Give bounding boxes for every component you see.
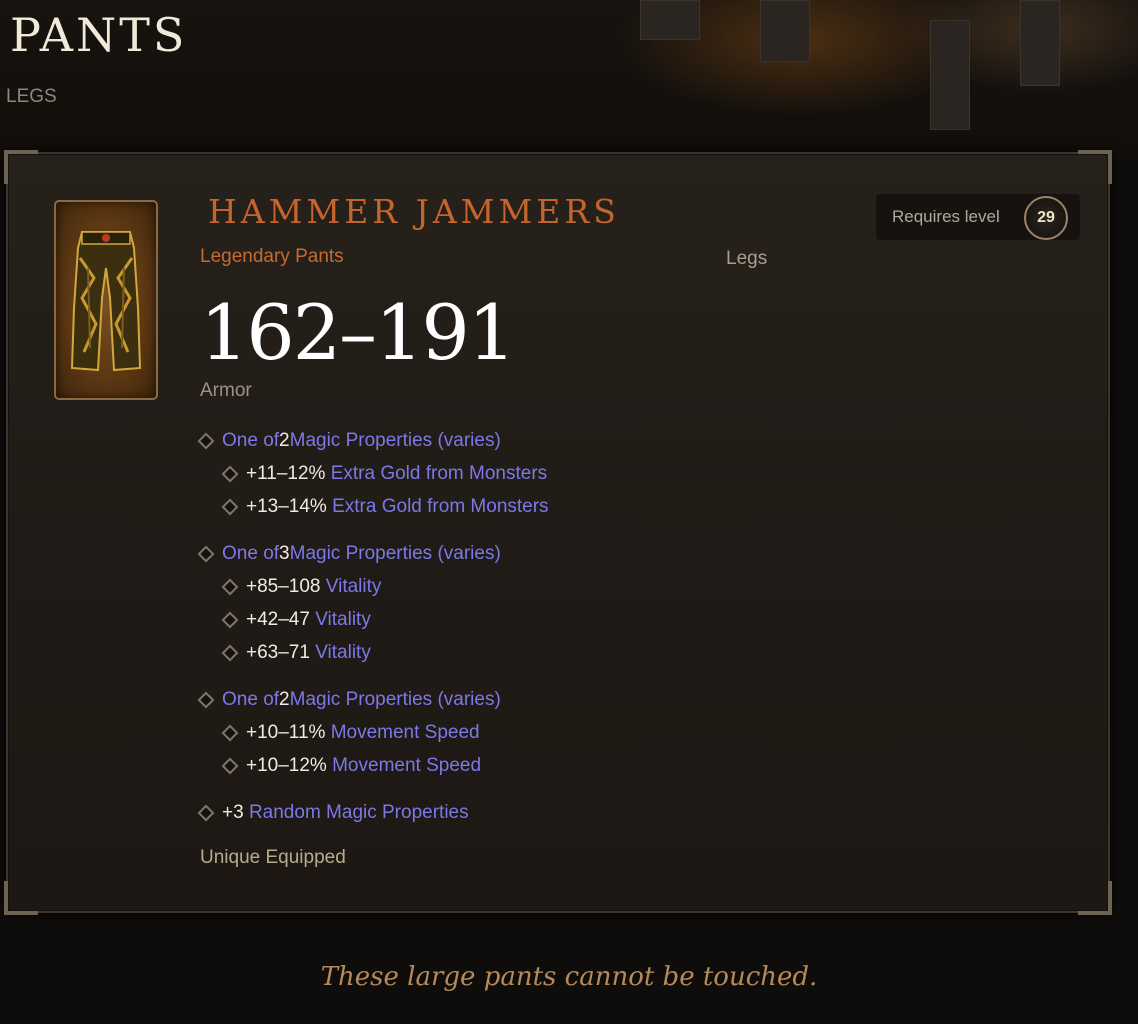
item-type: Legendary Pants [200, 246, 344, 267]
group-count: 2 [279, 429, 290, 451]
option-stat: Extra Gold from Monsters [332, 495, 549, 517]
item-name: HAMMER JAMMERS [208, 192, 620, 231]
requires-level-box: Requires level 29 [876, 194, 1080, 240]
random-properties: +3 Random Magic Properties [197, 796, 800, 829]
item-tooltip-panel: HAMMER JAMMERS Legendary Pants Legs Requ… [4, 150, 1112, 915]
armor-label: Armor [200, 380, 252, 401]
option-value: +63–71 [246, 641, 310, 663]
item-icon-frame[interactable] [54, 200, 158, 400]
diamond-bullet-icon [221, 578, 239, 595]
option-stat: Vitality [325, 575, 382, 597]
option-value: +13–14% [246, 495, 327, 517]
background-tower-2 [760, 0, 810, 62]
diamond-bullet-icon [221, 498, 239, 515]
option-stat: Movement Speed [332, 754, 482, 776]
diamond-bullet-icon [197, 691, 215, 708]
group-prefix: One of [222, 542, 280, 564]
diamond-bullet-icon [197, 804, 215, 821]
group-text: Magic Properties (varies) [289, 429, 501, 451]
property-option: +85–108 Vitality [200, 570, 800, 603]
legendary-pants-icon [70, 231, 142, 372]
magic-properties: One of 2 Magic Properties (varies) +11–1… [197, 424, 800, 829]
group-prefix: One of [222, 688, 280, 710]
property-option: +10–11% Movement Speed [200, 716, 800, 749]
background-tower-3 [930, 20, 970, 130]
corner-ornament [4, 150, 38, 184]
corner-ornament [1078, 881, 1112, 915]
random-props-value: +3 [222, 801, 244, 823]
property-option: +42–47 Vitality [200, 603, 800, 636]
option-stat: Movement Speed [330, 721, 480, 743]
group-text: Magic Properties (varies) [289, 688, 501, 710]
background-tower-1 [640, 0, 700, 40]
level-badge: 29 [1024, 196, 1068, 240]
random-props-text: Random Magic Properties [248, 801, 469, 823]
property-option: +63–71 Vitality [200, 636, 800, 669]
diamond-bullet-icon [197, 545, 215, 562]
background-tower-4 [1020, 0, 1060, 86]
property-group: One of 2 Magic Properties (varies) +10–1… [197, 683, 800, 782]
option-value: +11–12% [246, 462, 326, 484]
corner-ornament [1078, 150, 1112, 184]
requires-level-label: Requires level [892, 207, 1000, 226]
property-group-header: One of 2 Magic Properties (varies) [197, 683, 800, 716]
option-stat: Vitality [315, 641, 371, 663]
corner-ornament [4, 881, 38, 915]
diamond-bullet-icon [221, 757, 239, 774]
group-text: Magic Properties (varies) [289, 542, 501, 564]
armor-value: 162–191 [200, 288, 516, 377]
group-count: 2 [279, 688, 290, 710]
property-option: +10–12% Movement Speed [200, 749, 800, 782]
page-title: PANTS [10, 8, 188, 62]
option-value: +42–47 [246, 608, 310, 630]
option-value: +10–12% [246, 754, 327, 776]
option-value: +10–11% [246, 721, 326, 743]
diamond-bullet-icon [221, 724, 239, 741]
option-value: +85–108 [246, 575, 321, 597]
group-count: 3 [279, 542, 290, 564]
diamond-bullet-icon [221, 644, 239, 661]
page-subtitle: LEGS [6, 86, 57, 107]
item-slot: Legs [726, 248, 768, 269]
diamond-bullet-icon [221, 465, 239, 482]
property-group-header: One of 2 Magic Properties (varies) [197, 424, 800, 457]
option-stat: Vitality [315, 608, 371, 630]
unique-equipped-label: Unique Equipped [200, 847, 346, 868]
option-stat: Extra Gold from Monsters [330, 462, 548, 484]
flavor-text: These large pants cannot be touched. [320, 962, 818, 992]
diamond-bullet-icon [221, 611, 239, 628]
group-prefix: One of [222, 429, 280, 451]
property-option: +11–12% Extra Gold from Monsters [200, 457, 800, 490]
diamond-bullet-icon [197, 432, 215, 449]
property-group: One of 2 Magic Properties (varies) +11–1… [197, 424, 800, 523]
property-option: +13–14% Extra Gold from Monsters [200, 490, 800, 523]
property-group: One of 3 Magic Properties (varies) +85–1… [197, 537, 800, 669]
property-group-header: One of 3 Magic Properties (varies) [197, 537, 800, 570]
